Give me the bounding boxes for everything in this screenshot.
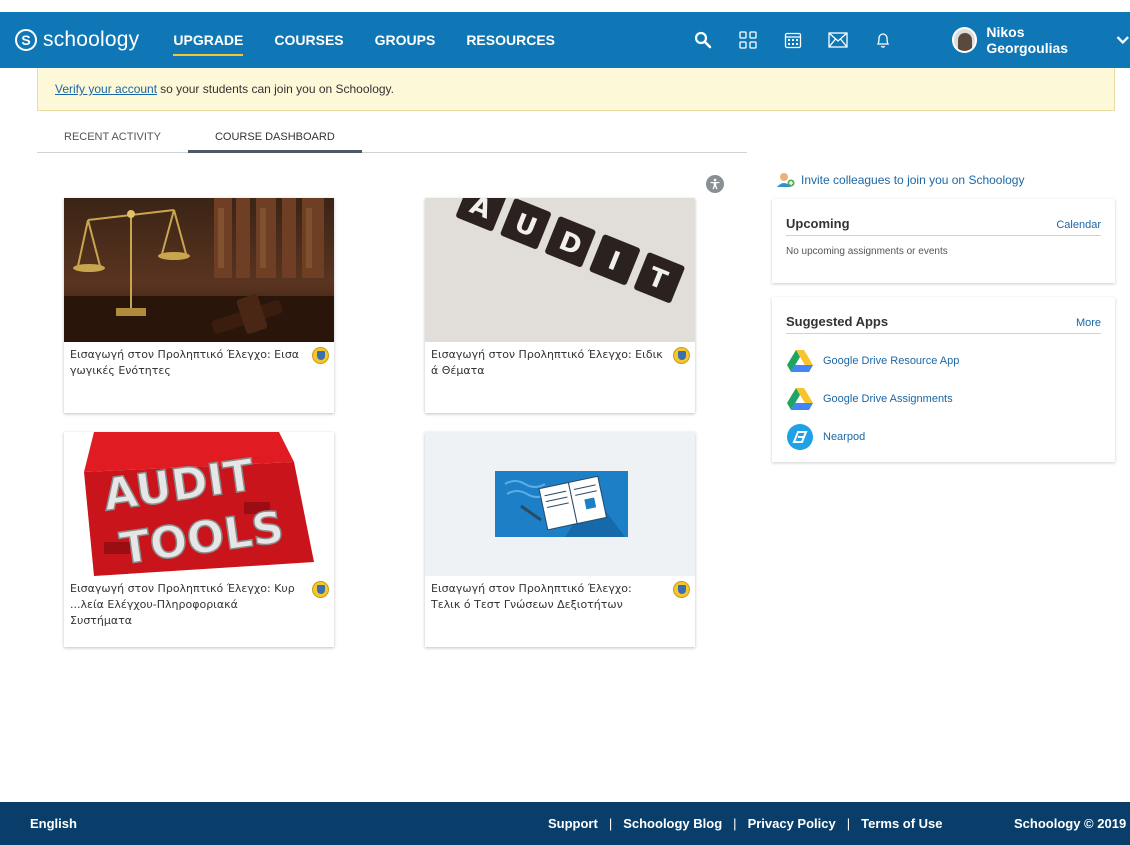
upcoming-title: Upcoming: [786, 216, 850, 231]
course-image-default[interactable]: [425, 432, 695, 576]
more-apps-link[interactable]: More: [1076, 317, 1101, 329]
schoology-logo-icon: S: [15, 29, 37, 51]
app-label[interactable]: Google Drive Resource App: [823, 355, 959, 367]
app-item-google-drive-assignments[interactable]: Google Drive Assignments: [786, 380, 1101, 418]
suggested-apps-header: Suggested Apps More: [786, 297, 1101, 334]
course-title[interactable]: Εισαγωγή στον Προληπτικό Έλεγχο: Κυρ ...…: [70, 581, 302, 629]
invite-text[interactable]: Invite colleagues to join you on Schoolo…: [801, 173, 1024, 187]
course-card[interactable]: Εισαγωγή στον Προληπτικό Έλεγχο: Εισα γω…: [64, 198, 334, 413]
course-card[interactable]: AUDIT TOOLS Εισαγωγή στον Προληπτικό Έλε…: [64, 432, 334, 647]
verify-account-banner: Verify your account so your students can…: [37, 68, 1115, 111]
nav-resources[interactable]: RESOURCES: [466, 28, 555, 52]
course-image-audit[interactable]: AUDIT: [425, 198, 695, 342]
course-card[interactable]: AUDIT Εισαγωγή στον Προληπτικό Έλεγχο: Ε…: [425, 198, 695, 413]
course-badge-icon: [673, 347, 690, 364]
main-nav: UPGRADE COURSES GROUPS RESOURCES: [173, 28, 586, 56]
user-name: Nikos Georgoulias: [986, 24, 1069, 56]
course-badge-icon: [312, 347, 329, 364]
app-item-nearpod[interactable]: Nearpod: [786, 418, 1101, 456]
dashboard-tabs: RECENT ACTIVITY COURSE DASHBOARD: [37, 127, 747, 153]
verify-account-link[interactable]: Verify your account: [55, 82, 157, 96]
accessibility-icon[interactable]: [706, 175, 724, 193]
suggested-apps-title: Suggested Apps: [786, 314, 889, 329]
avatar: [952, 27, 978, 53]
footer-separator: |: [608, 816, 613, 831]
nav-groups[interactable]: GROUPS: [375, 28, 436, 52]
apps-grid-icon[interactable]: [733, 25, 763, 55]
course-title[interactable]: Εισαγωγή στον Προληπτικό Έλεγχο: Εισα γω…: [70, 347, 302, 379]
calendar-icon[interactable]: [778, 25, 808, 55]
course-image-scales[interactable]: [64, 198, 334, 342]
footer-separator: |: [846, 816, 851, 831]
suggested-apps-panel: Suggested Apps More Google Drive Resourc…: [772, 297, 1115, 462]
app-label[interactable]: Google Drive Assignments: [823, 393, 953, 405]
header-icon-group: [688, 12, 913, 68]
nav-courses[interactable]: COURSES: [274, 28, 343, 52]
nearpod-icon: [786, 423, 814, 451]
language-selector[interactable]: English: [30, 816, 77, 831]
app-label[interactable]: Nearpod: [823, 431, 865, 443]
google-drive-icon: [786, 347, 814, 375]
tab-recent-activity[interactable]: RECENT ACTIVITY: [37, 127, 188, 153]
footer-separator: |: [733, 816, 737, 831]
search-icon[interactable]: [688, 25, 718, 55]
schoology-logo[interactable]: S schoology: [15, 28, 139, 52]
course-badge-icon: [312, 581, 329, 598]
top-navigation-bar: S schoology UPGRADE COURSES GROUPS RESOU…: [0, 12, 1130, 68]
footer-links: Support | Schoology Blog | Privacy Polic…: [548, 816, 943, 831]
nav-upgrade[interactable]: UPGRADE: [173, 28, 244, 56]
course-badge-icon: [673, 581, 690, 598]
invite-colleagues-link[interactable]: Invite colleagues to join you on Schoolo…: [777, 172, 1024, 188]
app-item-google-drive-resource[interactable]: Google Drive Resource App: [786, 342, 1101, 380]
footer-link-terms[interactable]: Terms of Use: [861, 816, 942, 831]
footer-link-privacy[interactable]: Privacy Policy: [748, 816, 836, 831]
course-title[interactable]: Εισαγωγή στον Προληπτικό Έλεγχο: Τελικ ό…: [431, 581, 663, 613]
calendar-link[interactable]: Calendar: [1056, 219, 1101, 231]
footer-link-support[interactable]: Support: [548, 816, 598, 831]
user-menu[interactable]: Nikos Georgoulias: [952, 12, 1130, 68]
mail-icon[interactable]: [823, 25, 853, 55]
upcoming-header: Upcoming Calendar: [786, 199, 1101, 236]
logo-text: schoology: [43, 28, 140, 51]
footer: English Support | Schoology Blog | Priva…: [0, 802, 1130, 845]
footer-copyright: Schoology © 2019: [1014, 816, 1127, 831]
add-user-icon: [777, 173, 795, 187]
tab-course-dashboard[interactable]: COURSE DASHBOARD: [187, 127, 362, 153]
banner-text: so your students can join you on Schoolo…: [160, 82, 394, 96]
upcoming-panel: Upcoming Calendar No upcoming assignment…: [772, 199, 1115, 283]
course-image-audit-tools[interactable]: AUDIT TOOLS: [64, 432, 334, 576]
chevron-down-icon[interactable]: [1116, 35, 1130, 45]
course-card[interactable]: Εισαγωγή στον Προληπτικό Έλεγχο: Τελικ ό…: [425, 432, 695, 647]
footer-link-blog[interactable]: Schoology Blog: [623, 816, 722, 831]
bell-icon[interactable]: [868, 25, 898, 55]
course-title[interactable]: Εισαγωγή στον Προληπτικό Έλεγχο: Ειδικ ά…: [431, 347, 663, 379]
google-drive-icon: [786, 385, 814, 413]
upcoming-empty-text: No upcoming assignments or events: [786, 246, 948, 257]
